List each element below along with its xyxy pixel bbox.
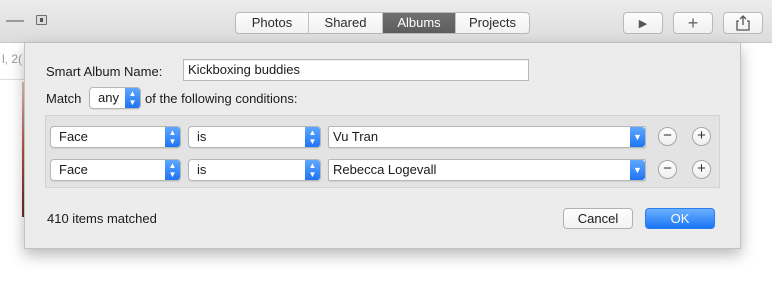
chevron-down-icon[interactable]: ▼ (630, 160, 645, 180)
match-mode-popup[interactable]: any ▲ ▼ (89, 87, 141, 109)
conditions-panel: Face ▲ ▼ is ▲ ▼ Vu Tran ▼ − + Face ▲ ▼ is ▲… (45, 115, 720, 188)
remove-condition-button[interactable]: − (658, 160, 677, 179)
condition-value-combo[interactable]: Rebecca Logevall ▼ (328, 159, 646, 181)
condition-field-popup[interactable]: Face ▲ ▼ (50, 126, 181, 148)
condition-field-value: Face (59, 162, 88, 177)
smart-album-dialog: Smart Album Name: Kickboxing buddies Mat… (24, 43, 741, 249)
tab-projects[interactable]: Projects (456, 13, 529, 33)
condition-operator-value: is (197, 162, 207, 177)
add-condition-button[interactable]: + (692, 127, 711, 146)
updown-arrows-icon: ▲ ▼ (165, 127, 180, 147)
background-library-strip: l, 2( (0, 44, 24, 74)
play-icon: ▶ (638, 17, 648, 30)
condition-operator-popup[interactable]: is ▲ ▼ (188, 159, 321, 181)
condition-value-text: Vu Tran (333, 129, 379, 144)
play-button[interactable]: ▶ (623, 12, 663, 34)
match-prefix-label: Match (46, 91, 82, 106)
add-button[interactable]: + (673, 12, 713, 34)
background-divider (0, 79, 24, 80)
window-edge-line (6, 20, 24, 22)
updown-arrows-icon: ▲ ▼ (305, 127, 320, 147)
updown-arrows-icon: ▲ ▼ (305, 160, 320, 180)
background-date-text: l, 2( (2, 52, 23, 66)
sidebar-toggle-icon[interactable] (6, 13, 48, 29)
album-name-field[interactable]: Kickboxing buddies (183, 59, 529, 81)
share-button[interactable] (723, 12, 763, 34)
match-suffix-label: of the following conditions: (145, 91, 298, 106)
share-icon (736, 15, 750, 31)
updown-arrows-icon: ▲ ▼ (165, 160, 180, 180)
album-name-label: Smart Album Name: (46, 64, 163, 79)
photo-icon (36, 15, 47, 25)
condition-value-text: Rebecca Logevall (333, 162, 437, 177)
condition-operator-value: is (197, 129, 207, 144)
view-switcher: Photos Shared Albums Projects (235, 12, 530, 34)
tab-shared[interactable]: Shared (309, 13, 383, 33)
ok-button[interactable]: OK (645, 208, 715, 229)
toolbar: Photos Shared Albums Projects ▶ + (0, 0, 772, 43)
condition-operator-popup[interactable]: is ▲ ▼ (188, 126, 321, 148)
match-mode-value: any (98, 90, 119, 105)
tab-albums[interactable]: Albums (383, 13, 456, 33)
updown-arrows-icon: ▲ ▼ (125, 88, 140, 108)
add-condition-button[interactable]: + (692, 160, 711, 179)
condition-field-value: Face (59, 129, 88, 144)
condition-field-popup[interactable]: Face ▲ ▼ (50, 159, 181, 181)
remove-condition-button[interactable]: − (658, 127, 677, 146)
match-count-status: 410 items matched (47, 211, 157, 226)
tab-photos[interactable]: Photos (236, 13, 309, 33)
cancel-button[interactable]: Cancel (563, 208, 633, 229)
add-icon: + (687, 12, 699, 33)
condition-value-combo[interactable]: Vu Tran ▼ (328, 126, 646, 148)
chevron-down-icon[interactable]: ▼ (630, 127, 645, 147)
